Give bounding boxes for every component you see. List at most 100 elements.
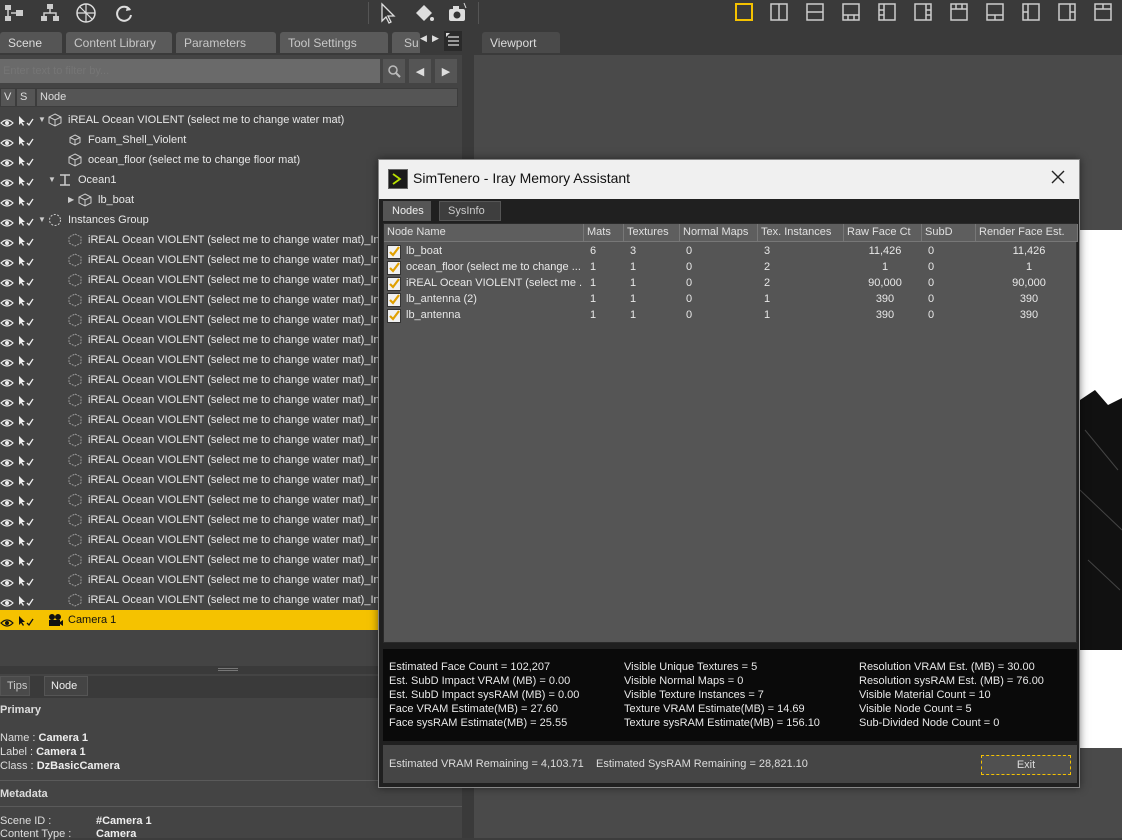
- row-checkbox[interactable]: [387, 293, 401, 307]
- pointer-icon[interactable]: [376, 1, 400, 25]
- globe-icon[interactable]: [74, 1, 98, 25]
- selectable-icon[interactable]: [18, 594, 34, 607]
- row-checkbox[interactable]: [387, 245, 401, 259]
- selectable-icon[interactable]: [18, 254, 34, 267]
- visibility-eye-icon[interactable]: [0, 215, 14, 227]
- layout-vsplit-icon[interactable]: [768, 1, 790, 23]
- column-header-node[interactable]: Node: [36, 88, 458, 107]
- collapse-arrow-icon[interactable]: ▼: [48, 170, 56, 190]
- visibility-eye-icon[interactable]: [0, 315, 14, 327]
- scene-network-icon[interactable]: [2, 1, 26, 25]
- layout-right-icon[interactable]: [912, 1, 934, 23]
- tab-parameters[interactable]: Parameters: [176, 32, 276, 53]
- layout-right2-icon[interactable]: [1056, 1, 1078, 23]
- tab-scroll-right-icon[interactable]: ▶: [432, 33, 442, 51]
- visibility-eye-icon[interactable]: [0, 415, 14, 427]
- visibility-eye-icon[interactable]: [0, 535, 14, 547]
- tab-nodes[interactable]: Nodes: [383, 201, 431, 221]
- tab-node[interactable]: Node: [44, 676, 88, 696]
- visibility-eye-icon[interactable]: [0, 555, 14, 567]
- selectable-icon[interactable]: [18, 334, 34, 347]
- selectable-icon[interactable]: [18, 614, 34, 627]
- column-header[interactable]: Render Face Est.: [976, 224, 1078, 242]
- tree-row[interactable]: ▼ iREAL Ocean VIOLENT (select me to chang…: [0, 110, 462, 130]
- column-header[interactable]: Normal Maps: [680, 224, 758, 242]
- visibility-eye-icon[interactable]: [0, 455, 14, 467]
- expand-arrow-icon[interactable]: ▶: [68, 190, 74, 210]
- tree-icon[interactable]: [38, 1, 62, 25]
- visibility-eye-icon[interactable]: [0, 375, 14, 387]
- exit-button[interactable]: Exit: [981, 755, 1071, 775]
- column-header[interactable]: Tex. Instances: [758, 224, 844, 242]
- layout-hsplit-icon[interactable]: [804, 1, 826, 23]
- close-icon[interactable]: [1047, 168, 1069, 190]
- selectable-icon[interactable]: [18, 554, 34, 567]
- visibility-eye-icon[interactable]: [0, 115, 14, 127]
- visibility-eye-icon[interactable]: [0, 595, 14, 607]
- visibility-eye-icon[interactable]: [0, 295, 14, 307]
- visibility-eye-icon[interactable]: [0, 335, 14, 347]
- tab-scroll-left-icon[interactable]: ◀: [420, 33, 430, 51]
- selectable-icon[interactable]: [18, 374, 34, 387]
- table-row[interactable]: lb_boat 6 3 0 3 11,426 0 11,426: [384, 244, 1078, 260]
- layout-bottom-icon[interactable]: [840, 1, 862, 23]
- tab-surfaces[interactable]: Su: [392, 32, 420, 53]
- visibility-eye-icon[interactable]: [0, 435, 14, 447]
- pane-menu-icon[interactable]: [444, 31, 462, 51]
- selectable-icon[interactable]: [18, 134, 34, 147]
- selectable-icon[interactable]: [18, 294, 34, 307]
- filter-next-icon[interactable]: ▶: [435, 59, 457, 83]
- visibility-eye-icon[interactable]: [0, 475, 14, 487]
- visibility-eye-icon[interactable]: [0, 615, 14, 627]
- layout-single-icon[interactable]: [733, 1, 755, 23]
- selectable-icon[interactable]: [18, 214, 34, 227]
- selectable-icon[interactable]: [18, 514, 34, 527]
- layout-left2-icon[interactable]: [1020, 1, 1042, 23]
- row-checkbox[interactable]: [387, 277, 401, 291]
- filter-input[interactable]: [0, 59, 380, 83]
- visibility-eye-icon[interactable]: [0, 235, 14, 247]
- column-header[interactable]: Textures: [624, 224, 680, 242]
- column-header[interactable]: Raw Face Ct: [844, 224, 922, 242]
- paint-bucket-icon[interactable]: [412, 1, 436, 25]
- tab-content-library[interactable]: Content Library: [66, 32, 172, 53]
- table-row[interactable]: lb_antenna (2) 1 1 0 1 390 0 390: [384, 292, 1078, 308]
- selectable-icon[interactable]: [18, 314, 34, 327]
- refresh-icon[interactable]: [112, 1, 136, 25]
- column-header-selectable[interactable]: S: [16, 88, 36, 107]
- selectable-icon[interactable]: [18, 274, 34, 287]
- tab-tool-settings[interactable]: Tool Settings: [280, 32, 388, 53]
- visibility-eye-icon[interactable]: [0, 515, 14, 527]
- tab-tips[interactable]: Tips: [0, 676, 30, 696]
- tab-viewport[interactable]: Viewport: [482, 32, 560, 53]
- visibility-eye-icon[interactable]: [0, 395, 14, 407]
- table-row[interactable]: lb_antenna 1 1 0 1 390 0 390: [384, 308, 1078, 324]
- selectable-icon[interactable]: [18, 434, 34, 447]
- selectable-icon[interactable]: [18, 454, 34, 467]
- tree-row[interactable]: Foam_Shell_Violent: [0, 130, 462, 150]
- selectable-icon[interactable]: [18, 414, 34, 427]
- selectable-icon[interactable]: [18, 574, 34, 587]
- camera-icon[interactable]: [446, 1, 470, 25]
- layout-top-icon[interactable]: [948, 1, 970, 23]
- column-header[interactable]: Mats: [584, 224, 624, 242]
- visibility-eye-icon[interactable]: [0, 155, 14, 167]
- selectable-icon[interactable]: [18, 534, 34, 547]
- visibility-eye-icon[interactable]: [0, 575, 14, 587]
- layout-bottom2-icon[interactable]: [984, 1, 1006, 23]
- visibility-eye-icon[interactable]: [0, 495, 14, 507]
- visibility-eye-icon[interactable]: [0, 355, 14, 367]
- filter-prev-icon[interactable]: ◀: [409, 59, 431, 83]
- visibility-eye-icon[interactable]: [0, 195, 14, 207]
- selectable-icon[interactable]: [18, 154, 34, 167]
- selectable-icon[interactable]: [18, 394, 34, 407]
- column-header[interactable]: Node Name: [384, 224, 584, 242]
- table-row[interactable]: iREAL Ocean VIOLENT (select me ... 1 1 0 2 90…: [384, 276, 1078, 292]
- tab-sysinfo[interactable]: SysInfo: [439, 201, 501, 221]
- column-header[interactable]: SubD: [922, 224, 976, 242]
- selectable-icon[interactable]: [18, 234, 34, 247]
- visibility-eye-icon[interactable]: [0, 275, 14, 287]
- row-checkbox[interactable]: [387, 309, 401, 323]
- visibility-eye-icon[interactable]: [0, 175, 14, 187]
- visibility-eye-icon[interactable]: [0, 135, 14, 147]
